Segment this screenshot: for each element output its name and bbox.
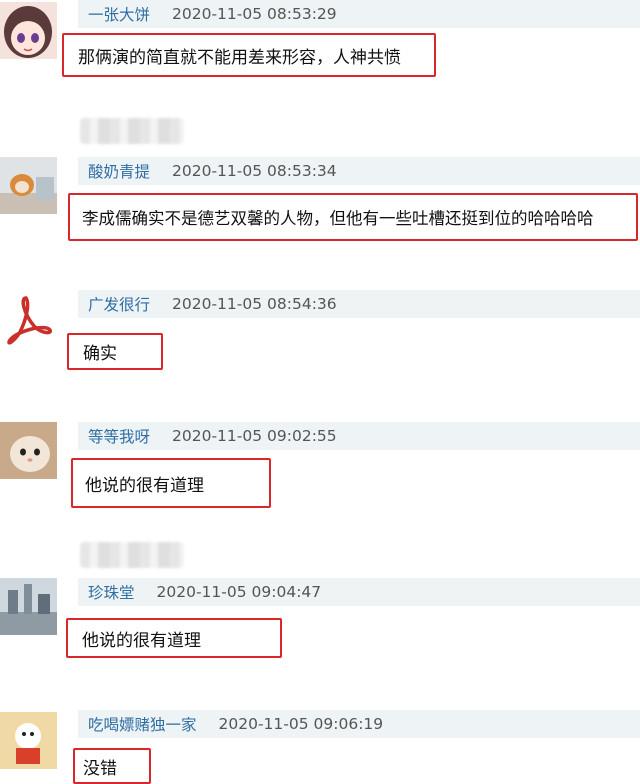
- username-link[interactable]: 一张大饼: [88, 3, 150, 25]
- cartoon-avatar[interactable]: [0, 712, 57, 769]
- comment-text: 他说的很有道理: [71, 458, 271, 508]
- comment-text: 没错: [73, 748, 151, 784]
- timestamp: 2020-11-05 08:53:34: [172, 162, 337, 180]
- kitten-avatar[interactable]: [0, 422, 57, 479]
- cat-avatar[interactable]: [0, 157, 57, 214]
- timestamp: 2020-11-05 08:53:29: [172, 5, 337, 23]
- timestamp: 2020-11-05 08:54:36: [172, 295, 337, 313]
- comment-item: 酸奶青提 2020-11-05 08:53:34 李成儒确实不是德艺双馨的人物，…: [0, 157, 640, 247]
- comment-text: 他说的很有道理: [66, 618, 282, 658]
- pdf-logo-avatar[interactable]: [0, 290, 57, 347]
- comment-text: 李成儒确实不是德艺双馨的人物，但他有一些吐槽还挺到位的哈哈哈哈: [68, 193, 638, 241]
- comment-meta: 酸奶青提 2020-11-05 08:53:34: [78, 157, 640, 185]
- blurred-text: [80, 118, 184, 144]
- comment-item: 等等我呀 2020-11-05 09:02:55 他说的很有道理: [0, 422, 640, 512]
- anime-girl-avatar[interactable]: [0, 2, 57, 59]
- comment-text: 那俩演的简直就不能用差来形容，人神共愤: [62, 33, 436, 77]
- comment-meta: 吃喝嫖赌独一家 2020-11-05 09:06:19: [78, 710, 640, 738]
- username-link[interactable]: 酸奶青提: [88, 160, 150, 182]
- comment-item: 广发很行 2020-11-05 08:54:36 确实: [0, 290, 640, 370]
- city-photo-avatar[interactable]: [0, 578, 57, 635]
- username-link[interactable]: 等等我呀: [88, 425, 150, 447]
- comment-item: 一张大饼 2020-11-05 08:53:29 那俩演的简直就不能用差来形容，…: [0, 0, 640, 80]
- comment-meta: 等等我呀 2020-11-05 09:02:55: [78, 422, 640, 450]
- comment-meta: 一张大饼 2020-11-05 08:53:29: [78, 0, 640, 28]
- username-link[interactable]: 珍珠堂: [88, 581, 135, 603]
- timestamp: 2020-11-05 09:04:47: [156, 583, 322, 601]
- blurred-text: [80, 542, 184, 568]
- comment-item: 珍珠堂 2020-11-05 09:04:47 他说的很有道理: [0, 578, 640, 663]
- comment-item: 吃喝嫖赌独一家 2020-11-05 09:06:19 没错: [0, 710, 640, 784]
- username-link[interactable]: 广发很行: [88, 293, 150, 315]
- comment-meta: 广发很行 2020-11-05 08:54:36: [78, 290, 640, 318]
- username-link[interactable]: 吃喝嫖赌独一家: [88, 713, 197, 735]
- timestamp: 2020-11-05 09:06:19: [218, 715, 384, 733]
- comment-meta: 珍珠堂 2020-11-05 09:04:47: [78, 578, 640, 606]
- comment-text: 确实: [67, 333, 163, 370]
- timestamp: 2020-11-05 09:02:55: [172, 427, 337, 445]
